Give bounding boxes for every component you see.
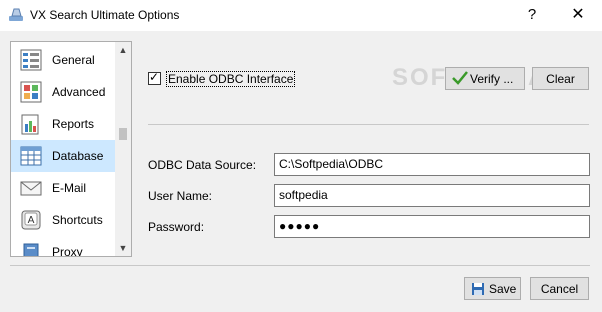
- proxy-icon: [19, 240, 43, 256]
- save-icon: [471, 282, 485, 299]
- email-icon: [19, 176, 43, 200]
- sidebar-item-advanced[interactable]: Advanced: [11, 76, 115, 108]
- close-button[interactable]: ✕: [566, 3, 590, 27]
- title-bar: VX Search Ultimate Options ? ✕: [0, 0, 602, 31]
- password-label: Password:: [148, 220, 205, 234]
- enable-odbc-checkbox[interactable]: ✓: [148, 70, 161, 85]
- scroll-thumb[interactable]: [119, 128, 127, 140]
- database-icon: [19, 144, 43, 168]
- sidebar-item-reports[interactable]: Reports: [11, 108, 115, 140]
- sidebar-item-label: General: [52, 53, 95, 67]
- svg-text:A: A: [28, 215, 35, 226]
- sidebar-item-label: Advanced: [52, 85, 106, 99]
- sidebar-item-label: Reports: [52, 117, 95, 131]
- advanced-icon: [19, 80, 43, 104]
- sidebar-item-label: Proxy: [52, 245, 83, 257]
- sidebar-item-general[interactable]: General: [11, 44, 115, 76]
- user-name-input[interactable]: softpedia: [274, 184, 590, 207]
- odbc-data-source-label: ODBC Data Source:: [148, 158, 257, 172]
- sidebar-item-label: Database: [52, 149, 104, 163]
- user-name-label: User Name:: [148, 189, 213, 203]
- app-icon: [8, 7, 24, 23]
- section-divider: [148, 124, 589, 125]
- save-button[interactable]: Save: [464, 277, 521, 300]
- footer-divider: [10, 265, 590, 266]
- sidebar-item-database[interactable]: Database: [11, 140, 115, 172]
- scroll-up-arrow-icon[interactable]: ▲: [115, 42, 131, 58]
- odbc-data-source-input[interactable]: C:\Softpedia\ODBC: [274, 153, 590, 176]
- shortcuts-icon: A: [19, 208, 43, 232]
- sidebar-scrollbar[interactable]: ▲ ▼: [115, 42, 131, 256]
- sidebar-item-proxy[interactable]: Proxy: [11, 236, 115, 257]
- options-category-list[interactable]: General Advanced Reports Database E-Mail…: [10, 41, 132, 257]
- sidebar-item-label: Shortcuts: [52, 213, 103, 227]
- enable-odbc-label[interactable]: Enable ODBC Interface: [166, 71, 296, 87]
- sidebar-item-shortcuts[interactable]: A Shortcuts: [11, 204, 115, 236]
- clear-button[interactable]: Clear: [532, 67, 589, 90]
- cancel-button[interactable]: Cancel: [530, 277, 589, 300]
- window-title: VX Search Ultimate Options: [30, 8, 180, 22]
- sidebar-item-email[interactable]: E-Mail: [11, 172, 115, 204]
- checkmark-icon: ✓: [149, 70, 160, 84]
- general-icon: [19, 48, 43, 72]
- help-button[interactable]: ?: [520, 3, 544, 27]
- scroll-down-arrow-icon[interactable]: ▼: [115, 240, 131, 256]
- verify-button[interactable]: Verify ...: [445, 67, 525, 90]
- sidebar-item-label: E-Mail: [52, 181, 87, 195]
- verify-button-label: Verify ...: [470, 72, 514, 86]
- save-button-label: Save: [489, 282, 517, 296]
- reports-icon: [19, 112, 43, 136]
- password-input[interactable]: ●●●●●: [274, 215, 590, 238]
- verify-check-icon: [452, 71, 468, 88]
